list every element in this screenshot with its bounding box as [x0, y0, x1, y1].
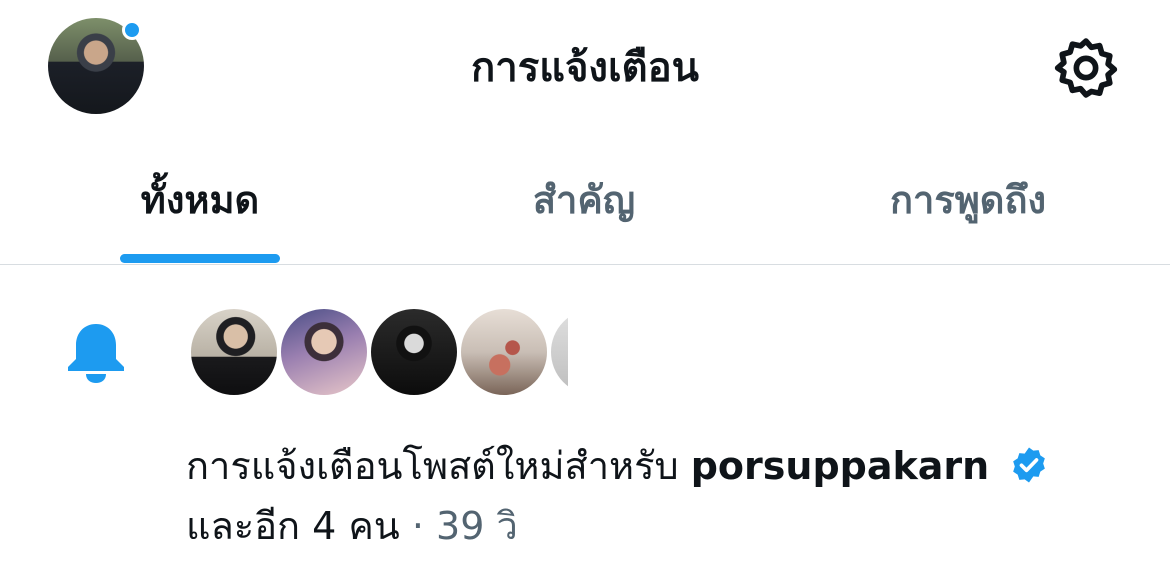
gear-icon[interactable]: [1052, 34, 1120, 102]
account-name[interactable]: porsuppakarn: [691, 444, 989, 488]
tab-all[interactable]: ทั้งหมด: [100, 170, 300, 240]
timestamp: 39 วิ: [436, 504, 518, 548]
notification-text: การแจ้งเตือนโพสต์ใหม่สำหรับ porsuppakarn: [186, 440, 1049, 492]
bell-icon: [68, 324, 124, 383]
account-avatar[interactable]: [458, 306, 550, 398]
avatar-status-dot: [122, 20, 142, 40]
notification-tabs: ทั้งหมด สำคัญ การพูดถึง: [0, 160, 1170, 265]
account-avatar[interactable]: [188, 306, 280, 398]
notification-message: การแจ้งเตือนโพสต์ใหม่สำหรับ: [186, 444, 679, 488]
account-avatar[interactable]: [368, 306, 460, 398]
active-tab-indicator: [120, 254, 280, 263]
separator: ·: [411, 504, 424, 548]
account-avatar[interactable]: [548, 306, 568, 398]
notification-item[interactable]: การแจ้งเตือนโพสต์ใหม่สำหรับ porsuppakarn…: [0, 290, 1170, 574]
others-count: และอีก 4 คน: [186, 504, 400, 548]
verified-badge-icon: [1013, 447, 1046, 483]
notification-meta: และอีก 4 คน · 39 วิ: [186, 500, 518, 552]
account-avatar[interactable]: [278, 306, 370, 398]
header: การแจ้งเตือน: [0, 0, 1170, 135]
page-title: การแจ้งเตือน: [471, 45, 699, 91]
account-avatars: [188, 306, 568, 402]
tab-mentions[interactable]: การพูดถึง: [858, 170, 1078, 240]
tab-verified[interactable]: สำคัญ: [484, 170, 684, 240]
